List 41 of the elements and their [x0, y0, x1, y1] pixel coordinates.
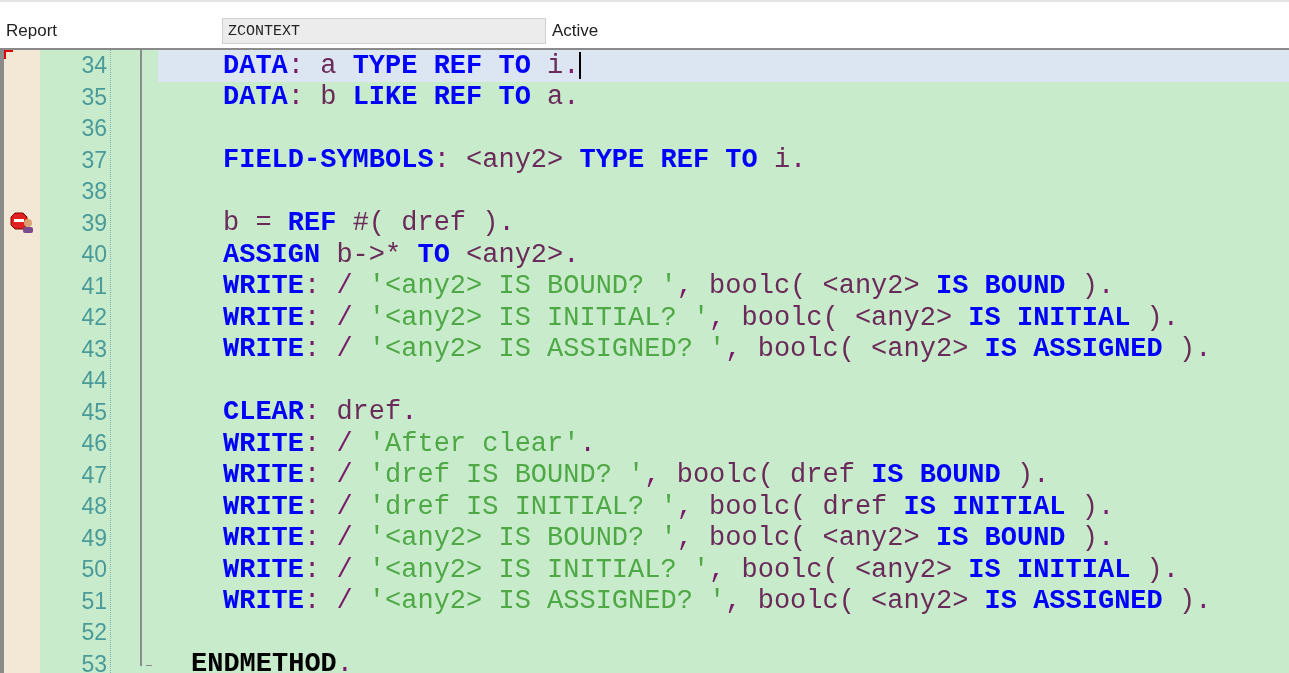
line-number: 41: [81, 272, 107, 300]
code-line: WRITE: / '<any2> IS INITIAL? ', boolc( <any2> IS INITIAL ).: [222, 302, 1180, 334]
line-number: 47: [81, 461, 107, 489]
line-number: 37: [81, 146, 107, 174]
line-number: 43: [81, 335, 107, 363]
line-number: 45: [81, 398, 107, 426]
line-number: 49: [81, 524, 107, 552]
code-line: WRITE: / '<any2> IS BOUND? ', boolc( <any2> IS BOUND ).: [222, 522, 1116, 554]
line-number: 48: [81, 493, 107, 521]
code-line: WRITE: / 'dref IS INITIAL? ', boolc( dref IS INITIAL ).: [222, 491, 1116, 523]
line-number: 35: [81, 83, 107, 111]
code-line: WRITE: / '<any2> IS INITIAL? ', boolc( <any2> IS INITIAL ).: [222, 554, 1180, 586]
line-number: 40: [81, 241, 107, 269]
code-line: DATA: b LIKE REF TO a.: [222, 81, 581, 113]
code-line: DATA: a TYPE REF TO i.: [223, 50, 580, 81]
line-number: 39: [81, 209, 107, 237]
line-number: 42: [81, 304, 107, 332]
line-number: 46: [81, 430, 107, 458]
code-line: ENDMETHOD.: [190, 648, 355, 673]
line-number: 52: [81, 619, 107, 647]
code-line: b = REF #( dref ).: [222, 207, 516, 239]
code-line: WRITE: / '<any2> IS BOUND? ', boolc( <any2> IS BOUND ).: [222, 270, 1116, 302]
line-number: 34: [81, 52, 107, 80]
code-line: FIELD-SYMBOLS: <any2> TYPE REF TO i.: [222, 144, 808, 176]
code-line: WRITE: / 'dref IS BOUND? ', boolc( dref IS BOUND ).: [222, 459, 1051, 491]
line-number: 53: [81, 650, 107, 673]
text-cursor: [579, 52, 582, 80]
line-number: 36: [81, 115, 107, 143]
code-line: ASSIGN b->* TO <any2>.: [222, 239, 581, 271]
stop-sign-icon[interactable]: [10, 212, 34, 235]
code-line: WRITE: / '<any2> IS ASSIGNED? ', boolc( <any2> IS ASSIGNED ).: [222, 333, 1213, 365]
object-name-field[interactable]: ZCONTEXT: [222, 18, 546, 44]
line-number: 51: [81, 587, 107, 615]
code-line: WRITE: / 'After clear'.: [222, 428, 597, 460]
line-number: 44: [81, 367, 107, 395]
code-line: WRITE: / '<any2> IS ASSIGNED? ', boolc( <any2> IS ASSIGNED ).: [222, 585, 1213, 617]
object-type-label: Report: [5, 21, 59, 41]
line-number: 38: [81, 178, 107, 206]
line-number: 50: [81, 556, 107, 584]
status-label: Active: [552, 21, 599, 41]
code-line: CLEAR: dref.: [222, 396, 419, 428]
